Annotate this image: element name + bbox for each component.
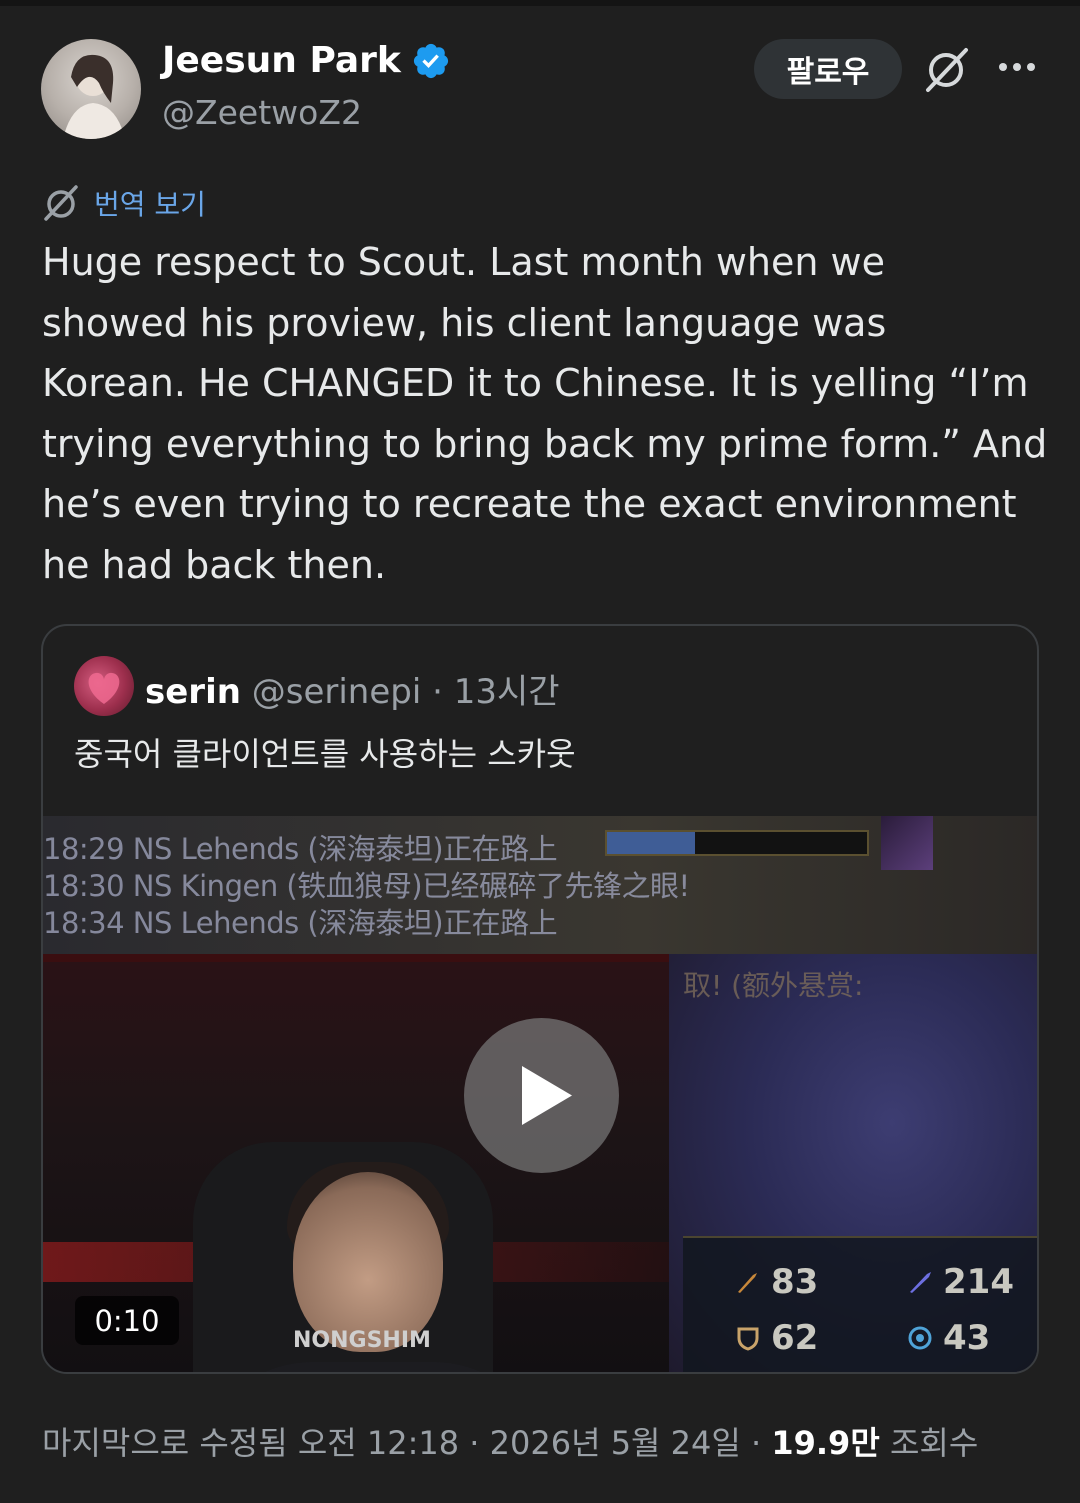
translate-link[interactable]: 번역 보기 [42, 183, 206, 223]
author-handle[interactable]: @ZeetwoZ2 [162, 93, 362, 132]
tweet-text: Huge respect to Scout. Last month when w… [42, 240, 1048, 587]
stat-magic-resist: 43 [907, 1318, 990, 1358]
translate-label[interactable]: 번역 보기 [94, 183, 206, 223]
quoted-tweet[interactable]: serin @serinepi · 13시간 중국어 클라이언트를 사용하는 스… [41, 624, 1039, 1374]
grok-icon[interactable] [922, 44, 972, 94]
tweet-detail-page: Jeesun Park @ZeetwoZ2 팔로우 번역 보기 Huge res… [0, 0, 1080, 1503]
quoted-author-row: serin @serinepi · 13시간 [145, 664, 560, 713]
chat-line: 18:34 NS Lehends (深海泰坦)正在路上 [43, 906, 558, 940]
tweet-meta-footer: 마지막으로 수정됨 오전 12:18 · 2026년 5월 24일 · 19.9… [42, 1418, 978, 1464]
quoted-text: 중국어 클라이언트를 사용하는 스카웃 [74, 735, 576, 773]
top-divider [0, 0, 1080, 6]
health-bar [605, 830, 869, 856]
translate-icon [44, 185, 78, 221]
edited-timestamp[interactable]: 마지막으로 수정됨 오전 12:18 · 2026년 5월 24일 · [42, 1424, 771, 1462]
wand-icon [910, 1272, 931, 1293]
more-icon[interactable] [995, 52, 1039, 82]
champion-icon [881, 816, 933, 870]
jersey-text: NONGSHIM [293, 1328, 431, 1353]
follow-button[interactable]: 팔로우 [754, 39, 902, 99]
quoted-timestamp[interactable]: 13시간 [454, 672, 560, 712]
view-count[interactable]: 19.9만 [771, 1424, 879, 1462]
video-player[interactable]: 18:29 NS Lehends (深海泰坦)正在路上 18:30 NS Kin… [43, 816, 1037, 1372]
author-name[interactable]: Jeesun Park [162, 40, 401, 81]
quoted-author-avatar[interactable] [74, 656, 134, 716]
quoted-author-name[interactable]: serin [145, 672, 241, 712]
stat-ability-power: 214 [907, 1262, 1014, 1302]
quoted-author-handle[interactable]: @serinepi [252, 672, 422, 712]
magic-resist-icon [908, 1326, 932, 1350]
play-button[interactable] [464, 1018, 619, 1173]
scene-text: 取! (额外悬赏: [683, 969, 864, 1002]
meta-separator: · [432, 672, 443, 712]
stat-attack: 83 [735, 1262, 818, 1302]
stat-armor: 62 [735, 1318, 818, 1358]
author-avatar[interactable] [41, 39, 141, 139]
author-name-row[interactable]: Jeesun Park [162, 40, 451, 81]
chat-line: 18:30 NS Kingen (铁血狼母)已经碾碎了先锋之眼! [43, 869, 690, 903]
shield-icon [737, 1327, 759, 1351]
chat-line: 18:29 NS Lehends (深海泰坦)正在路上 [43, 832, 558, 866]
sword-icon [738, 1273, 757, 1293]
views-label: 조회수 [879, 1424, 979, 1462]
verified-badge-icon [413, 43, 448, 78]
stats-panel: 83 214 62 43 [683, 1236, 1037, 1372]
video-duration: 0:10 [75, 1296, 179, 1345]
play-icon [522, 1066, 572, 1125]
